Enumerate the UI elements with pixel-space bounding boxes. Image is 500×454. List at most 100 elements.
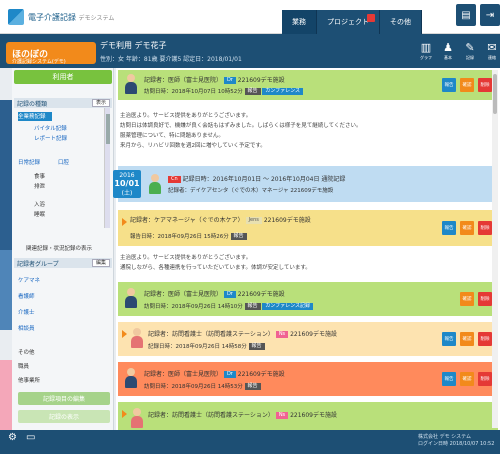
report-tag: 報告 [244, 383, 261, 390]
sidebar-group-item[interactable]: その他 [18, 348, 35, 356]
edit-record-items-button[interactable]: 記録項目の編集 [18, 392, 110, 405]
section-edit-button[interactable]: 編集 [91, 259, 110, 267]
tab-other[interactable]: その他 [380, 10, 422, 34]
card-recorder: 記録者：デイケアセンタ（ぐでの木）マネージャ 221609デモ施設 [168, 186, 333, 194]
note-line: 来月から、リハビリ回数を週2回に増やしていく予定です。 [120, 143, 266, 149]
facility-text: 221609デモ施設 [237, 291, 285, 298]
mail-icon[interactable]: ✉ 連絡 [482, 38, 500, 64]
person-icon-label: 基本 [444, 55, 452, 60]
timeline-card[interactable]: 記録者：医師（富士見医院） Dr 221609デモ施設 訪問日時：2018年10… [118, 70, 498, 100]
settings-icon[interactable]: ⚙ [8, 432, 22, 450]
sidebar-item-selected[interactable]: 全業務記録 [18, 112, 52, 121]
brand-button[interactable]: ほのぼの 介護記録システム(デモ) [6, 42, 96, 65]
sidebar-group-item[interactable]: ケアマネ [18, 276, 40, 284]
sidebar-group-item[interactable]: 他事業所 [18, 376, 40, 384]
recorder-text: 記録者：訪問看護士（訪問看護ステーション） [148, 412, 274, 419]
role-tag: Cn [168, 176, 181, 183]
card-strip [118, 322, 498, 356]
document-icon[interactable]: ▤ [456, 4, 476, 26]
confirm-button[interactable]: 確認 [460, 372, 474, 386]
sidebar-item[interactable]: 日常記録 [18, 158, 40, 166]
app-logo-icon [8, 9, 24, 25]
timeline-scrollbar[interactable] [492, 70, 498, 428]
timeline-card[interactable]: 記録者：医師（富士見医院） Dr 221609デモ施設 訪問日時：2018年09… [118, 362, 498, 396]
recorder-text: 記録者：ケアマネージャ（ぐでの木ケア） [130, 217, 244, 224]
filter-related-records[interactable]: 関連記録・状況記録の表示 [26, 244, 92, 252]
app-title: 電子介護記録 デモシステム [28, 12, 114, 23]
conference-tag: カンファレンス [262, 88, 304, 95]
role-tag: Jens [245, 217, 262, 224]
date-day: 10/01 [114, 178, 140, 188]
sidebar-item[interactable]: バイタル記録 [34, 124, 67, 132]
timeline-scroll-thumb[interactable] [493, 74, 497, 114]
sidebar-scrollbar[interactable] [104, 108, 110, 228]
chart-icon[interactable]: ▥ グラフ [416, 38, 436, 64]
sidebar-item[interactable]: 睡眠 [34, 210, 45, 218]
delete-button[interactable]: 削除 [478, 292, 492, 306]
timeline-card[interactable]: 記録者：医師（富士見医院） Dr 221609デモ施設 訪問日時：2018年09… [118, 282, 498, 316]
timeline-card[interactable]: 記録者：訪問看護士（訪問看護ステーション） Ns 221609デモ施設 記録日時… [118, 322, 498, 356]
report-button[interactable]: 報告 [442, 372, 456, 386]
timeline-card[interactable]: 記録者：ケアマネージャ（ぐでの木ケア） Jens 221609デモ施設 報告日時… [118, 210, 498, 246]
tab-business[interactable]: 業務 [282, 10, 317, 34]
doctor-avatar-icon [124, 368, 138, 388]
report-button[interactable]: 報告 [442, 221, 456, 235]
sidebar-section-recorder-group: 記録者グループ 編集 [14, 258, 112, 268]
sidebar-item[interactable]: 食事 [34, 172, 45, 180]
timeline-card[interactable]: Cn 記録日時：2016年10月01日 ～ 2016年10月04日 通院記録 記… [118, 166, 498, 202]
facility-text: 221609デモ施設 [290, 412, 337, 419]
timeline-card[interactable]: 記録者：訪問看護士（訪問看護ステーション） Ns 221609デモ施設 [118, 402, 498, 430]
sidebar-group-item[interactable]: 相談員 [18, 324, 35, 332]
confirm-button[interactable]: 確認 [460, 332, 474, 346]
card-strip [118, 282, 498, 316]
expand-arrow-icon[interactable] [122, 410, 127, 418]
role-tag: Dr [223, 77, 236, 84]
role-tag: Ns [275, 412, 289, 419]
delete-button[interactable]: 削除 [478, 332, 492, 346]
section-display-button[interactable]: 表示 [91, 99, 110, 107]
card-datetime: 訪問日時：2018年10月07日 10時52分 報告 カンファレンス [144, 87, 304, 95]
confirm-button[interactable]: 確認 [460, 78, 474, 92]
chat-icon[interactable]: ▭ [26, 432, 40, 450]
sidebar-group-item[interactable]: 看護師 [18, 292, 35, 300]
person-icon[interactable]: ♟ 基本 [438, 38, 458, 64]
expand-arrow-icon[interactable] [122, 218, 127, 226]
date-year: 2016 [119, 171, 135, 179]
datetime-text: 記録日時：2018年09月26日 14時58分 [148, 344, 247, 350]
pen-icon-label: 記録 [466, 55, 474, 60]
logout-icon[interactable]: ⇥ [480, 4, 500, 26]
sidebar-item[interactable]: レポート記録 [34, 134, 67, 142]
datetime-text: 訪問日時：2018年09月26日 14時10分 [144, 304, 243, 310]
expand-arrow-icon[interactable] [122, 330, 127, 338]
staff-avatar-icon [148, 174, 162, 194]
customer-info: 性別：女 年齢：81歳 要介護5 認定日：2018/01/01 [100, 56, 242, 63]
report-button[interactable]: 報告 [442, 332, 456, 346]
sidebar-group-item[interactable]: 介護士 [18, 308, 35, 316]
recorder-text: 記録者：医師（富士見医院） [144, 77, 223, 84]
facility-text: 221609デモ施設 [290, 188, 334, 194]
nurse-avatar-icon [130, 328, 144, 348]
sidebar-item[interactable]: 口腔 [58, 158, 69, 166]
report-button[interactable]: 報告 [442, 78, 456, 92]
sidebar-group-item[interactable]: 職員 [18, 362, 29, 370]
doctor-avatar-icon [124, 288, 138, 308]
display-records-button[interactable]: 記録の表示 [18, 410, 110, 423]
delete-button[interactable]: 削除 [478, 372, 492, 386]
role-tag: Dr [223, 371, 236, 378]
pen-icon[interactable]: ✎ 記録 [460, 38, 480, 64]
tab-project[interactable]: プロジェクト [317, 10, 380, 34]
scroll-thumb[interactable] [106, 114, 110, 144]
confirm-button[interactable]: 確認 [460, 221, 474, 235]
delete-button[interactable]: 削除 [478, 221, 492, 235]
footer-line2: ログイン日時 2018/10/07 10:52 [418, 441, 495, 447]
sidebar-item[interactable]: 排泄 [34, 182, 45, 190]
note-line: 訪問日は体調良好で、機嫌が良く会話もはずみました。しばらくは様子を見て継続してく… [120, 123, 362, 129]
schedule-text: 記録日時：2016年10月01日 ～ 2016年10月04日 通院記録 [182, 176, 346, 183]
sidebar-user-button[interactable]: 利用者 [14, 70, 112, 84]
card-recorder: 記録者：ケアマネージャ（ぐでの木ケア） Jens 221609デモ施設 [130, 215, 311, 224]
sidebar-item[interactable]: 入浴 [34, 200, 45, 208]
confirm-button[interactable]: 確認 [460, 292, 474, 306]
date-weekday: (土) [121, 189, 133, 197]
app-title-text: 電子介護記録 [28, 13, 76, 22]
delete-button[interactable]: 削除 [478, 78, 492, 92]
